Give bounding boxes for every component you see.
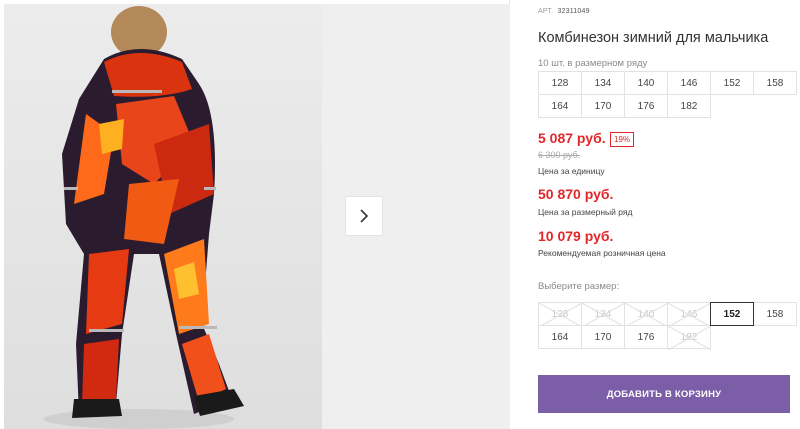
size-range-item: 140 bbox=[624, 71, 668, 95]
product-info: АРТ. 32311049 Комбинезон зимний для маль… bbox=[538, 0, 800, 429]
size-option-182[interactable]: 182 bbox=[667, 325, 711, 350]
size-picker: 128 134 140 146 152 158 164 170 176 182 bbox=[538, 302, 797, 350]
size-range-item: 158 bbox=[753, 71, 797, 95]
product-gallery bbox=[0, 0, 510, 429]
article-number: АРТ. 32311049 bbox=[538, 8, 590, 15]
unavailable-cross-icon bbox=[668, 303, 711, 327]
size-option-152[interactable]: 152 bbox=[710, 302, 754, 326]
article-value: 32311049 bbox=[557, 8, 590, 15]
size-option-176[interactable]: 176 bbox=[624, 325, 668, 349]
size-option-140[interactable]: 140 bbox=[624, 302, 668, 327]
chevron-right-icon bbox=[360, 209, 369, 223]
unavailable-cross-icon bbox=[539, 303, 582, 327]
size-option-128[interactable]: 128 bbox=[538, 302, 582, 327]
range-price: 50 870 руб. bbox=[538, 186, 614, 202]
size-option-label: 158 bbox=[766, 308, 784, 320]
choose-size-label: Выберите размер: bbox=[538, 281, 620, 292]
gallery-next-button[interactable] bbox=[345, 196, 383, 236]
size-option-134[interactable]: 134 bbox=[581, 302, 625, 327]
size-option-label: 170 bbox=[594, 331, 612, 343]
unavailable-cross-icon bbox=[582, 303, 625, 327]
size-range-item: 152 bbox=[710, 71, 754, 95]
size-option-label: 152 bbox=[723, 308, 741, 320]
range-price-label: Цена за размерный ряд bbox=[538, 207, 633, 217]
product-photo[interactable] bbox=[4, 4, 322, 429]
size-range-item: 134 bbox=[581, 71, 625, 95]
size-option-146[interactable]: 146 bbox=[667, 302, 711, 327]
size-option-158[interactable]: 158 bbox=[753, 302, 797, 326]
size-range-item: 164 bbox=[538, 94, 582, 118]
size-option-170[interactable]: 170 bbox=[581, 325, 625, 349]
size-range-grid: 128 134 140 146 152 158 164 170 176 182 bbox=[538, 71, 797, 118]
add-to-cart-button[interactable]: ДОБАВИТЬ В КОРЗИНУ bbox=[538, 375, 790, 413]
product-title: Комбинезон зимний для мальчика bbox=[538, 30, 769, 46]
unit-price-label: Цена за единицу bbox=[538, 166, 605, 176]
unit-price: 5 087 руб. bbox=[538, 130, 606, 146]
unavailable-cross-icon bbox=[625, 303, 668, 327]
size-range-count: 10 шт. в размерном ряду bbox=[538, 58, 648, 69]
size-range-item: 182 bbox=[667, 94, 711, 118]
size-option-label: 164 bbox=[551, 331, 569, 343]
old-price: 6 300 руб. bbox=[538, 150, 581, 160]
retail-price: 10 079 руб. bbox=[538, 228, 614, 244]
size-option-label: 176 bbox=[637, 331, 655, 343]
article-label: АРТ. bbox=[538, 8, 554, 15]
size-option-164[interactable]: 164 bbox=[538, 325, 582, 349]
size-range-item: 146 bbox=[667, 71, 711, 95]
size-range-item: 128 bbox=[538, 71, 582, 95]
size-range-item: 170 bbox=[581, 94, 625, 118]
unavailable-cross-icon bbox=[668, 326, 711, 350]
size-range-item: 176 bbox=[624, 94, 668, 118]
retail-price-label: Рекомендуемая розничная цена bbox=[538, 248, 666, 258]
product-page: АРТ. 32311049 Комбинезон зимний для маль… bbox=[0, 0, 800, 429]
discount-badge: 19% bbox=[610, 132, 635, 147]
